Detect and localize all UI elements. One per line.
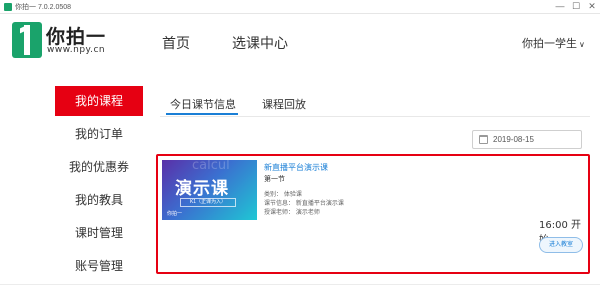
minimize-button[interactable]: — [552,0,568,14]
sidebar-item-my-teaching-aids[interactable]: 我的教具 [55,185,143,215]
thumbnail-brand: 你拍一 [167,211,183,217]
date-value: 2019-08-15 [493,135,534,144]
sidebar-item-my-coupons[interactable]: 我的优惠券 [55,152,143,182]
maximize-button[interactable]: ☐ [568,0,584,14]
window-title: 你拍一 7.0.2.0508 [15,4,72,11]
course-card: calcul 演示课 K1（正课为入） 你拍一 新直播平台演示课 第一节 类别：… [156,154,590,274]
thumbnail-watermark: calcul [192,160,230,173]
sidebar-item-my-courses[interactable]: 我的课程 [55,86,143,116]
calendar-icon [479,135,488,144]
date-picker[interactable]: 2019-08-15 [472,130,582,149]
course-name[interactable]: 新直播平台演示课 [264,162,328,173]
logo-url: www.npy.cn [47,45,106,55]
enter-classroom-button[interactable]: 进入教室 [539,237,583,253]
logo-icon [12,22,42,58]
app-icon [4,3,12,11]
close-button[interactable]: ✕ [584,0,600,14]
sidebar-item-my-orders[interactable]: 我的订单 [55,119,143,149]
course-teacher: 授课老师： 演示老师 [264,209,320,216]
nav-course-select[interactable]: 选课中心 [232,33,288,53]
sidebar-item-lesson-hours[interactable]: 课时管理 [55,218,143,248]
course-lesson-info: 课节信息： 新直播平台演示课 [264,200,344,207]
course-thumbnail[interactable]: calcul 演示课 K1（正课为入） 你拍一 [162,160,257,220]
user-name: 你拍一学生 [522,37,577,50]
tab-divider [160,116,590,117]
sidebar-item-account[interactable]: 账号管理 [55,251,143,281]
user-menu[interactable]: 你拍一学生 ∨ [522,35,585,51]
chevron-down-icon: ∨ [579,40,585,49]
tab-today-lessons[interactable]: 今日课节信息 [170,96,236,112]
main-content: 今日课节信息 课程回放 2019-08-15 calcul 演示课 K1（正课为… [150,86,596,276]
thumbnail-title: 演示课 [175,179,229,199]
course-category: 类别： 体验课 [264,191,302,198]
thumbnail-subtitle: K1（正课为入） [180,198,236,207]
bottom-divider [0,284,600,285]
active-tab-indicator [166,113,238,115]
title-bar: 你拍一 7.0.2.0508 — ☐ ✕ [0,0,600,14]
tab-course-replay[interactable]: 课程回放 [262,96,306,112]
nav-home[interactable]: 首页 [162,33,190,53]
course-lesson: 第一节 [264,175,285,183]
